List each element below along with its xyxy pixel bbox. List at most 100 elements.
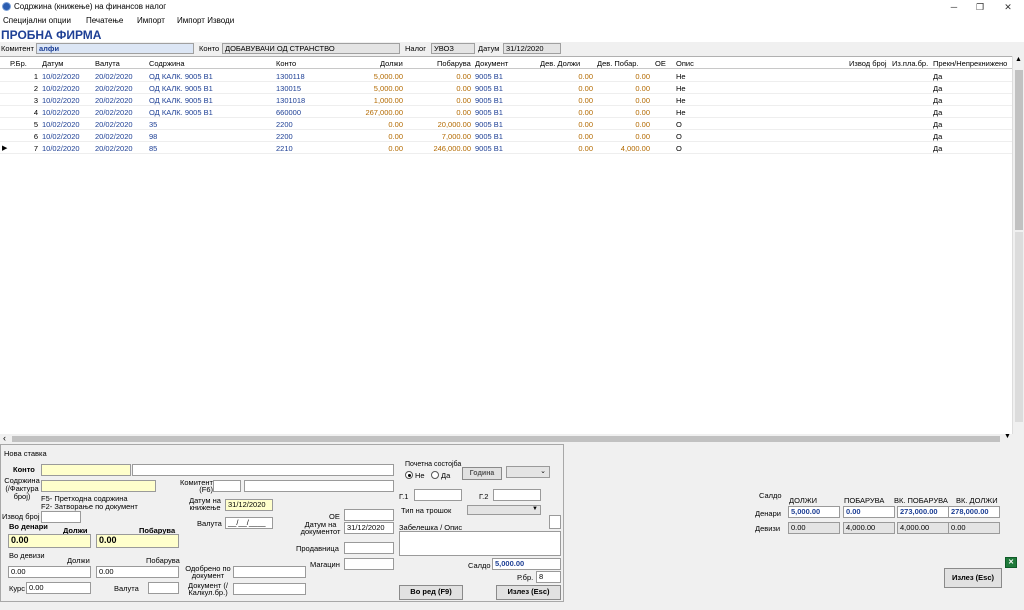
close-button[interactable]: ✕: [994, 0, 1022, 14]
cell-konto[interactable]: 1301018: [276, 96, 305, 105]
sodrzina-input[interactable]: [41, 480, 156, 492]
col-valuta[interactable]: Валута: [95, 59, 120, 68]
cell-valuta[interactable]: 20/02/2020: [95, 132, 133, 141]
cell-dev-dolzi[interactable]: 0.00: [540, 108, 593, 117]
cell-opis[interactable]: Не: [676, 96, 686, 105]
cell-rbr[interactable]: 1: [10, 72, 38, 81]
cell-valuta[interactable]: 20/02/2020: [95, 84, 133, 93]
cell-dev-dolzi[interactable]: 0.00: [540, 120, 593, 129]
excel-export-icon[interactable]: ✕: [1005, 557, 1017, 568]
cell-rbr[interactable]: 3: [10, 96, 38, 105]
cell-sodrzina[interactable]: ОД КАЛК. 9005 В1: [149, 108, 213, 117]
dev-pobaruva-input[interactable]: 0.00: [96, 566, 179, 578]
cell-sodrzina[interactable]: ОД КАЛК. 9005 В1: [149, 84, 213, 93]
cell-dokument[interactable]: 9005 В1: [475, 84, 503, 93]
col-dev-dolzi[interactable]: Дев. Должи: [540, 59, 580, 68]
cell-sodrzina[interactable]: 98: [149, 132, 157, 141]
nalog-filter-field[interactable]: УВОЗ: [431, 43, 475, 54]
maximize-button[interactable]: ❐: [966, 0, 994, 14]
cell-dokument[interactable]: 9005 В1: [475, 108, 503, 117]
komitent-filter-field[interactable]: алфи: [36, 43, 194, 54]
cell-pobaruva[interactable]: 0.00: [410, 96, 471, 105]
cell-dokument[interactable]: 9005 В1: [475, 132, 503, 141]
cell-konto[interactable]: 2200: [276, 132, 293, 141]
tip-dropdown[interactable]: ▼: [467, 505, 541, 515]
cell-dokument[interactable]: 9005 В1: [475, 96, 503, 105]
exit-button[interactable]: Излез (Esc): [944, 568, 1002, 588]
oe-input[interactable]: [344, 509, 394, 521]
cell-opis[interactable]: О: [676, 144, 682, 153]
cell-prekn[interactable]: Да: [933, 108, 942, 117]
cell-valuta[interactable]: 20/02/2020: [95, 144, 133, 153]
cell-valuta[interactable]: 20/02/2020: [95, 72, 133, 81]
horizontal-scroll-thumb[interactable]: [12, 436, 1000, 442]
cell-datum[interactable]: 10/02/2020: [42, 108, 80, 117]
cell-sodrzina[interactable]: 85: [149, 144, 157, 153]
radio-ne[interactable]: [405, 471, 413, 479]
col-izpla[interactable]: Из.пла.бр.: [892, 59, 928, 68]
cell-valuta[interactable]: 20/02/2020: [95, 120, 133, 129]
cell-dev-pobar[interactable]: 0.00: [597, 132, 650, 141]
cell-dev-dolzi[interactable]: 0.00: [540, 84, 593, 93]
horizontal-scrollbar[interactable]: ‹ ▼: [0, 433, 1024, 444]
cell-sodrzina[interactable]: 35: [149, 120, 157, 129]
table-row[interactable]: 5 10/02/2020 20/02/2020 35 2200 0.00 20,000.00…: [0, 118, 1012, 130]
menu-special-options[interactable]: Специјални опции: [3, 16, 71, 25]
col-oe[interactable]: ОЕ: [655, 59, 666, 68]
godina-dropdown[interactable]: ⌄: [506, 466, 550, 478]
table-row[interactable]: 2 10/02/2020 20/02/2020 ОД КАЛК. 9005 В1 130…: [0, 82, 1012, 94]
minimize-button[interactable]: ─: [940, 0, 968, 14]
cell-pobaruva[interactable]: 0.00: [410, 72, 471, 81]
g1-input[interactable]: [414, 489, 462, 501]
col-prekn[interactable]: Прекн/Непрекнижено: [933, 59, 1007, 68]
table-row[interactable]: 3 10/02/2020 20/02/2020 ОД КАЛК. 9005 В1 130…: [0, 94, 1012, 106]
datum-dok-input[interactable]: 31/12/2020: [344, 522, 394, 534]
cell-datum[interactable]: 10/02/2020: [42, 144, 80, 153]
col-rbr[interactable]: Р.Бр.: [10, 59, 27, 68]
cell-sodrzina[interactable]: ОД КАЛК. 9005 В1: [149, 96, 213, 105]
cell-dolzi[interactable]: 1,000.00: [340, 96, 403, 105]
cell-valuta[interactable]: 20/02/2020: [95, 96, 133, 105]
odobreno-input[interactable]: [233, 566, 306, 578]
col-opis[interactable]: Опис: [676, 59, 694, 68]
col-dev-pobar[interactable]: Дев. Побар.: [597, 59, 639, 68]
dokument-input[interactable]: [233, 583, 306, 595]
radio-da[interactable]: [431, 471, 439, 479]
table-row[interactable]: 4 10/02/2020 20/02/2020 ОД КАЛК. 9005 В1 660…: [0, 106, 1012, 118]
cell-dev-pobar[interactable]: 0.00: [597, 72, 650, 81]
menu-import[interactable]: Импорт: [137, 16, 165, 25]
vertical-scroll-thumb[interactable]: [1015, 70, 1023, 230]
cell-konto[interactable]: 130015: [276, 84, 301, 93]
cell-datum[interactable]: 10/02/2020: [42, 72, 80, 81]
menu-print[interactable]: Печатење: [86, 16, 123, 25]
cell-prekn[interactable]: Да: [933, 132, 942, 141]
cell-rbr[interactable]: 7: [10, 144, 38, 153]
scroll-left-icon[interactable]: ‹: [3, 433, 6, 443]
cell-dev-pobar[interactable]: 4,000.00: [597, 144, 650, 153]
ok-button[interactable]: Во ред (F9): [399, 585, 463, 600]
panel-exit-button[interactable]: Излез (Esc): [496, 585, 561, 600]
cell-dokument[interactable]: 9005 В1: [475, 144, 503, 153]
dev-dolzi-input[interactable]: 0.00: [8, 566, 91, 578]
cell-opis[interactable]: Не: [676, 108, 686, 117]
cell-rbr[interactable]: 2: [10, 84, 38, 93]
cell-dolzi[interactable]: 0.00: [340, 144, 403, 153]
cell-prekn[interactable]: Да: [933, 96, 942, 105]
cell-konto[interactable]: 1300118: [276, 72, 305, 81]
menu-import-statements[interactable]: Импорт Изводи: [177, 16, 234, 25]
cell-datum[interactable]: 10/02/2020: [42, 120, 80, 129]
col-datum[interactable]: Датум: [42, 59, 63, 68]
cell-pobaruva[interactable]: 0.00: [410, 108, 471, 117]
col-sodrzina[interactable]: Содржина: [149, 59, 185, 68]
cell-datum[interactable]: 10/02/2020: [42, 96, 80, 105]
table-row[interactable]: 1 10/02/2020 20/02/2020 ОД КАЛК. 9005 В1 130…: [0, 70, 1012, 82]
scroll-up-icon[interactable]: ▲: [1015, 56, 1022, 63]
col-pobaruva[interactable]: Побарува: [437, 59, 471, 68]
cell-dolzi[interactable]: 0.00: [340, 132, 403, 141]
col-dokument[interactable]: Документ: [475, 59, 508, 68]
cell-dolzi[interactable]: 5,000.00: [340, 84, 403, 93]
cell-datum[interactable]: 10/02/2020: [42, 132, 80, 141]
cell-dev-pobar[interactable]: 0.00: [597, 120, 650, 129]
cell-konto[interactable]: 2210: [276, 144, 293, 153]
datum-kniz-input[interactable]: 31/12/2020: [225, 499, 273, 511]
